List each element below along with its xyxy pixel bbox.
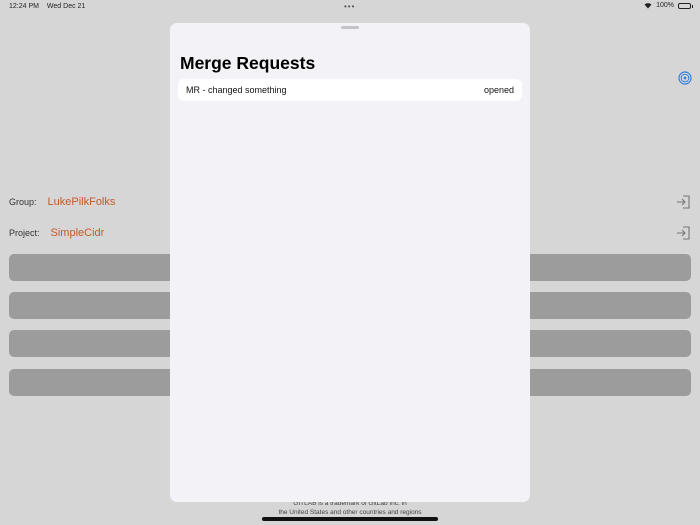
group-login-icon[interactable] xyxy=(675,194,691,210)
battery-icon xyxy=(678,2,693,9)
merge-request-list: MR - changed something opened xyxy=(178,79,522,101)
group-label: Group: xyxy=(9,197,37,207)
wifi-icon xyxy=(644,2,652,9)
status-date: Wed Dec 21 xyxy=(46,3,86,10)
project-value[interactable]: SimpleCidr xyxy=(51,227,105,239)
status-right: 100% xyxy=(644,2,693,9)
battery-percent: 100% xyxy=(656,2,674,9)
project-login-icon[interactable] xyxy=(675,225,691,241)
footer-line-2: the United States and other countries an… xyxy=(278,509,422,516)
status-time: 12:24 PM xyxy=(9,3,39,10)
status-left: 12:24 PM Wed Dec 21 xyxy=(9,3,85,10)
merge-request-row[interactable]: MR - changed something opened xyxy=(178,79,522,101)
merge-request-state: opened xyxy=(483,85,514,95)
merge-requests-sheet: Merge Requests MR - changed something op… xyxy=(170,23,530,502)
settings-icon[interactable] xyxy=(678,71,692,85)
project-label: Project: xyxy=(9,228,40,238)
sheet-grabber[interactable] xyxy=(341,26,359,29)
group-value[interactable]: LukePilkFolks xyxy=(48,196,116,208)
status-bar: 12:24 PM Wed Dec 21 ••• 100% xyxy=(0,0,700,14)
home-indicator[interactable] xyxy=(262,517,438,521)
sheet-title: Merge Requests xyxy=(180,53,316,73)
merge-request-title: MR - changed something xyxy=(186,85,287,95)
multitasking-dots-icon[interactable]: ••• xyxy=(344,2,355,11)
